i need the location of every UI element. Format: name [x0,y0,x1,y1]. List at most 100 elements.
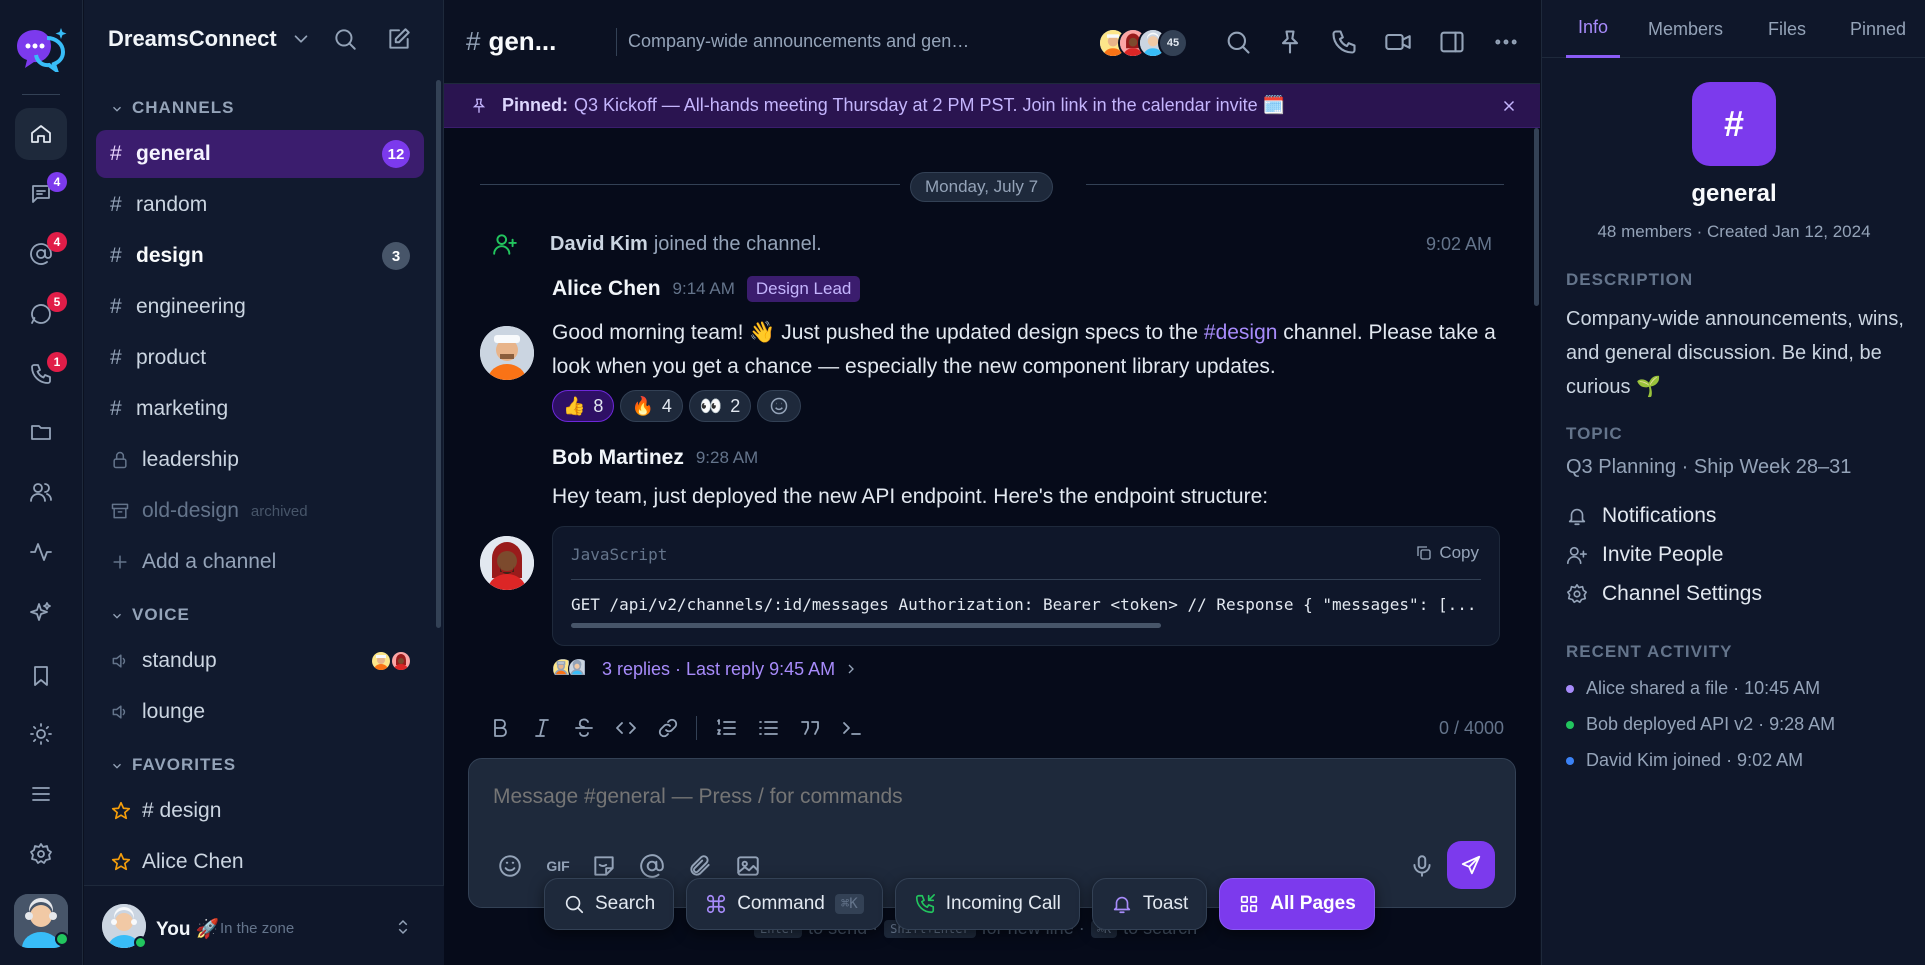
code-block[interactable]: JavaScript Copy GET /api/v2/channels/:id… [552,526,1500,646]
dock-call-button[interactable]: Incoming Call [894,878,1080,930]
tab-members[interactable]: Members [1648,0,1723,58]
rail-theme-button[interactable] [15,708,67,760]
message-author[interactable]: Bob Martinez [552,446,684,470]
italic-icon[interactable] [530,716,554,740]
reaction-eyes[interactable]: 👀 2 [688,390,752,422]
microphone-icon[interactable] [1409,853,1435,879]
rail-mentions-button[interactable]: 4 [15,228,67,280]
channel-item-marketing[interactable]: # marketing [96,385,424,433]
rail-calls-button[interactable]: 1 [15,348,67,400]
channel-item-random[interactable]: # random [96,181,424,229]
rail-threads-button[interactable]: 4 [15,168,67,220]
channel-name: marketing [136,397,229,420]
channel-title[interactable]: # gen... [466,26,556,57]
channel-item-design[interactable]: # design 3 [96,232,424,280]
reaction-fire[interactable]: 🔥 4 [620,390,683,422]
dock-all-pages-button[interactable]: All Pages [1219,878,1375,930]
my-status: In the zone [220,920,295,937]
code-scrollbar[interactable] [571,623,1161,628]
gif-button[interactable]: GIF [543,853,573,879]
invite-people-button[interactable]: Invite People [1566,543,1723,567]
toolbar-divider [696,716,697,740]
attach-icon[interactable] [687,853,713,879]
rail-files-button[interactable] [15,406,67,458]
hash-icon: # [110,244,122,267]
tab-files[interactable]: Files [1768,0,1806,58]
video-icon[interactable] [1384,28,1412,56]
terminal-icon[interactable] [840,716,864,740]
tab-pinned[interactable]: Pinned [1850,0,1906,58]
voice-item-lounge[interactable]: lounge [96,688,424,736]
channel-item-old-design[interactable]: old-design archived [96,487,424,535]
channel-item-general[interactable]: # general 12 [96,130,424,178]
rail-people-button[interactable] [15,466,67,518]
strikethrough-icon[interactable] [572,716,596,740]
logo-icon[interactable] [13,24,69,76]
sticker-icon[interactable] [591,853,617,879]
phone-icon[interactable] [1330,28,1358,56]
dock-call-label: Incoming Call [945,893,1061,914]
favorite-item-design[interactable]: # design [96,787,424,835]
message-author[interactable]: Alice Chen [552,277,661,301]
more-icon[interactable] [1492,28,1520,56]
channel-link[interactable]: #design [1204,321,1278,344]
emoji-icon[interactable] [497,853,523,879]
channel-settings-button[interactable]: Channel Settings [1566,582,1762,606]
star-icon [110,800,142,822]
copy-button[interactable]: Copy [1415,543,1479,563]
recent-activity-label: RECENT ACTIVITY [1566,642,1733,661]
tab-info[interactable]: Info [1566,0,1621,58]
pin-icon[interactable] [1276,28,1304,56]
bob-avatar[interactable] [480,536,534,590]
messages-scrollbar[interactable] [1534,128,1539,306]
favorite-item-alice-chen[interactable]: Alice Chen [96,838,424,886]
dock-command-button[interactable]: Command ⌘K [686,878,883,930]
rail-list-button[interactable] [15,768,67,820]
add-reaction-button[interactable] [757,390,802,422]
chevron-updown-icon[interactable] [394,918,412,936]
system-user[interactable]: David Kim [550,233,648,256]
current-user-bar[interactable]: You 🚀 In the zone [84,885,444,965]
link-icon[interactable] [656,716,680,740]
bullet-list-icon[interactable] [756,716,780,740]
add-channel-button[interactable]: Add a channel [96,538,424,586]
message-input[interactable] [493,785,1393,809]
alice-avatar[interactable] [480,326,534,380]
sidebar-toggle-icon[interactable] [1438,28,1466,56]
dock-search-button[interactable]: Search [544,878,675,930]
channels-section-header[interactable]: CHANNELS [110,98,234,118]
voice-item-standup[interactable]: standup [96,637,424,685]
code-icon[interactable] [614,716,638,740]
member-avatars[interactable]: 45 [1098,28,1188,58]
pinned-banner[interactable]: Pinned: Q3 Kickoff — All-hands meeting T… [444,84,1540,128]
bold-icon[interactable] [488,716,512,740]
unread-badge: 3 [382,242,410,270]
reaction-thumbs-up[interactable]: 👍 8 [552,390,615,422]
close-icon[interactable] [1500,97,1518,115]
send-button[interactable] [1447,841,1495,889]
workspace-name[interactable]: DreamsConnect [108,26,280,52]
image-icon[interactable] [735,853,761,879]
search-icon[interactable] [332,26,358,52]
rail-bookmarks-button[interactable] [15,650,67,702]
channel-item-engineering[interactable]: # engineering [96,283,424,331]
thread-replies-link[interactable]: 3 replies · Last reply 9:45 AM [552,658,859,680]
channel-item-leadership[interactable]: leadership [96,436,424,484]
mention-icon[interactable] [639,853,665,879]
sidebar-scrollbar[interactable] [436,80,441,628]
channel-item-product[interactable]: # product [96,334,424,382]
rail-ai-button[interactable] [15,586,67,638]
ordered-list-icon[interactable] [714,716,738,740]
chevron-down-icon[interactable] [290,28,312,50]
voice-section-header[interactable]: VOICE [110,605,190,625]
dock-toast-button[interactable]: Toast [1091,878,1208,930]
search-icon[interactable] [1224,28,1252,56]
notifications-button[interactable]: Notifications [1566,504,1716,528]
rail-settings-button[interactable] [15,828,67,880]
rail-home-button[interactable] [15,108,67,160]
quote-icon[interactable] [798,716,822,740]
rail-dms-button[interactable]: 5 [15,288,67,340]
favorites-section-header[interactable]: FAVORITES [110,755,236,775]
compose-icon[interactable] [386,26,412,52]
rail-activity-button[interactable] [15,526,67,578]
